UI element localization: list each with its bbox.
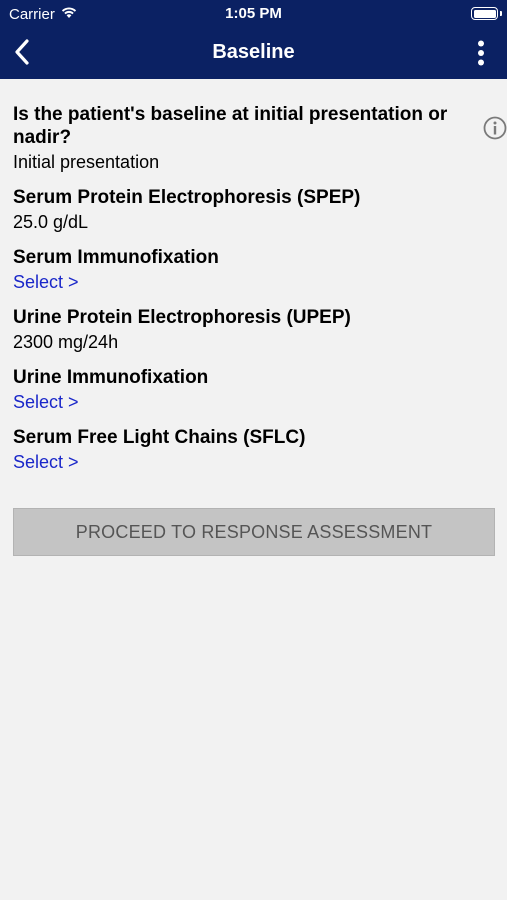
more-options-button[interactable] <box>469 38 493 68</box>
urine-immunofixation-field: Urine Immunofixation Select > <box>13 366 497 414</box>
spep-value[interactable]: 25.0 g/dL <box>13 210 497 234</box>
battery-level <box>473 9 496 18</box>
upep-value[interactable]: 2300 mg/24h <box>13 330 497 354</box>
upep-field: Urine Protein Electrophoresis (UPEP) 230… <box>13 306 497 354</box>
status-bar: Carrier 1:05 PM <box>0 0 507 28</box>
battery-cap <box>500 11 502 16</box>
spep-label: Serum Protein Electrophoresis (SPEP) <box>13 187 361 208</box>
status-time: 1:05 PM <box>225 5 282 22</box>
header: Carrier 1:05 PM Baseline <box>0 0 507 79</box>
spep-field: Serum Protein Electrophoresis (SPEP) 25.… <box>13 186 497 234</box>
upep-label: Urine Protein Electrophoresis (UPEP) <box>13 307 351 328</box>
battery-icon <box>471 7 502 20</box>
serum-immunofixation-field: Serum Immunofixation Select > <box>13 246 497 294</box>
baseline-question: Is the patient's baseline at initial pre… <box>13 103 507 174</box>
urine-immunofixation-select-link[interactable]: Select > <box>13 390 79 414</box>
serum-immunofixation-select-link[interactable]: Select > <box>13 270 79 294</box>
page-title: Baseline <box>212 41 295 63</box>
proceed-to-response-assessment-button[interactable]: PROCEED TO RESPONSE ASSESSMENT <box>13 508 495 556</box>
urine-immunofixation-label: Urine Immunofixation <box>13 367 209 388</box>
question-label: Is the patient's baseline at initial pre… <box>13 104 448 148</box>
sflc-label: Serum Free Light Chains (SFLC) <box>13 427 306 448</box>
info-icon <box>483 116 507 140</box>
sflc-field: Serum Free Light Chains (SFLC) Select > <box>13 426 497 474</box>
info-button[interactable] <box>482 115 507 141</box>
more-vertical-icon <box>478 40 484 66</box>
sflc-select-link[interactable]: Select > <box>13 450 79 474</box>
question-value[interactable]: Initial presentation <box>13 150 457 174</box>
serum-immunofixation-label: Serum Immunofixation <box>13 247 219 268</box>
baseline-form: Is the patient's baseline at initial pre… <box>13 103 507 486</box>
nav-bar: Baseline <box>0 28 507 79</box>
